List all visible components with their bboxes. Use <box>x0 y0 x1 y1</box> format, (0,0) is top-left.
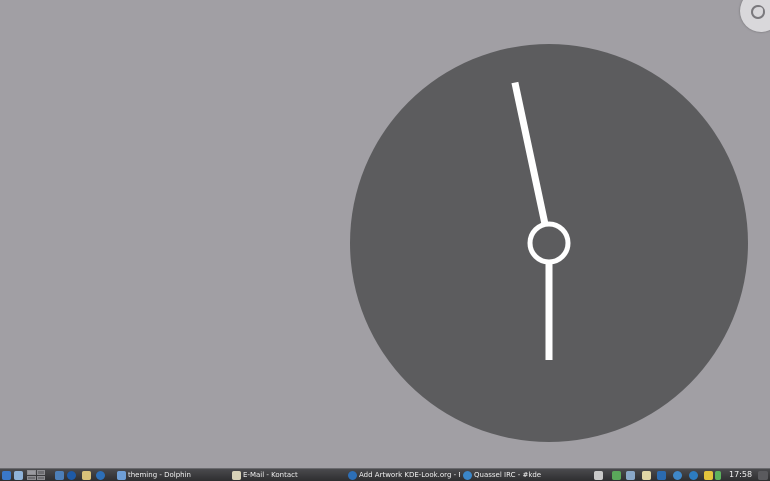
panel-toolbox-button[interactable] <box>758 469 770 481</box>
dolphin-icon <box>117 470 126 480</box>
pager-desktop-4[interactable] <box>36 475 45 480</box>
quicklaunch-browser[interactable] <box>67 469 78 481</box>
quicklaunch-firefox[interactable] <box>96 469 107 481</box>
konsole-icon <box>55 470 64 480</box>
speaker-icon <box>594 470 603 480</box>
show-desktop-button[interactable] <box>14 469 25 481</box>
virtual-desktop-pager[interactable] <box>27 470 45 480</box>
task-kontact[interactable]: E-Mail - Kontact <box>232 469 344 481</box>
task-quassel[interactable]: Quassel IRC - #kde <box>463 469 583 481</box>
download-icon <box>612 470 621 480</box>
panel-settings-icon <box>758 470 768 480</box>
clock-center-pin <box>527 221 571 265</box>
pager-desktop-1[interactable] <box>27 470 36 475</box>
task-label: E-Mail - Kontact <box>243 471 298 479</box>
firefox-icon <box>96 470 105 480</box>
firefox-icon <box>348 470 357 480</box>
network-signal-icon <box>626 470 635 480</box>
globe-icon <box>673 470 682 480</box>
battery-icon <box>704 470 713 480</box>
quassel-icon <box>463 470 472 480</box>
user-icon <box>14 470 23 480</box>
task-label: theming - Dolphin <box>128 471 191 479</box>
folder-icon <box>82 470 91 480</box>
quassel-tray[interactable] <box>689 469 700 481</box>
update-tray[interactable] <box>612 469 623 481</box>
task-dolphin[interactable]: theming - Dolphin <box>117 469 229 481</box>
network-tray[interactable] <box>626 469 637 481</box>
quicklaunch-files[interactable] <box>82 469 93 481</box>
task-firefox[interactable]: Add Artwork KDE-Look.org - Firef <box>348 469 460 481</box>
kickoff-launcher[interactable] <box>2 469 13 481</box>
globe-icon <box>67 470 76 480</box>
task-label: Quassel IRC - #kde <box>474 471 542 479</box>
digital-clock[interactable]: 17:58 <box>729 469 752 481</box>
pager-desktop-2[interactable] <box>36 470 45 475</box>
panel-taskbar: theming - Dolphin E-Mail - Kontact Add A… <box>0 468 770 481</box>
pager-desktop-3[interactable] <box>27 475 36 480</box>
volume-tray[interactable] <box>594 469 605 481</box>
analog-clock-widget <box>350 44 748 442</box>
power-icon <box>715 470 721 480</box>
kontact-icon <box>232 470 241 480</box>
kde-menu-icon <box>2 470 11 480</box>
clipboard-icon <box>642 470 651 480</box>
browser-tray[interactable] <box>673 469 684 481</box>
battery-tray[interactable] <box>704 469 723 481</box>
bluetooth-tray[interactable] <box>657 469 668 481</box>
plasma-icon <box>751 5 765 19</box>
clipboard-tray[interactable] <box>642 469 653 481</box>
quassel-icon <box>689 470 698 480</box>
bluetooth-icon <box>657 470 666 480</box>
task-label: Add Artwork KDE-Look.org - Firef <box>359 471 460 479</box>
quicklaunch-konsole[interactable] <box>55 469 66 481</box>
